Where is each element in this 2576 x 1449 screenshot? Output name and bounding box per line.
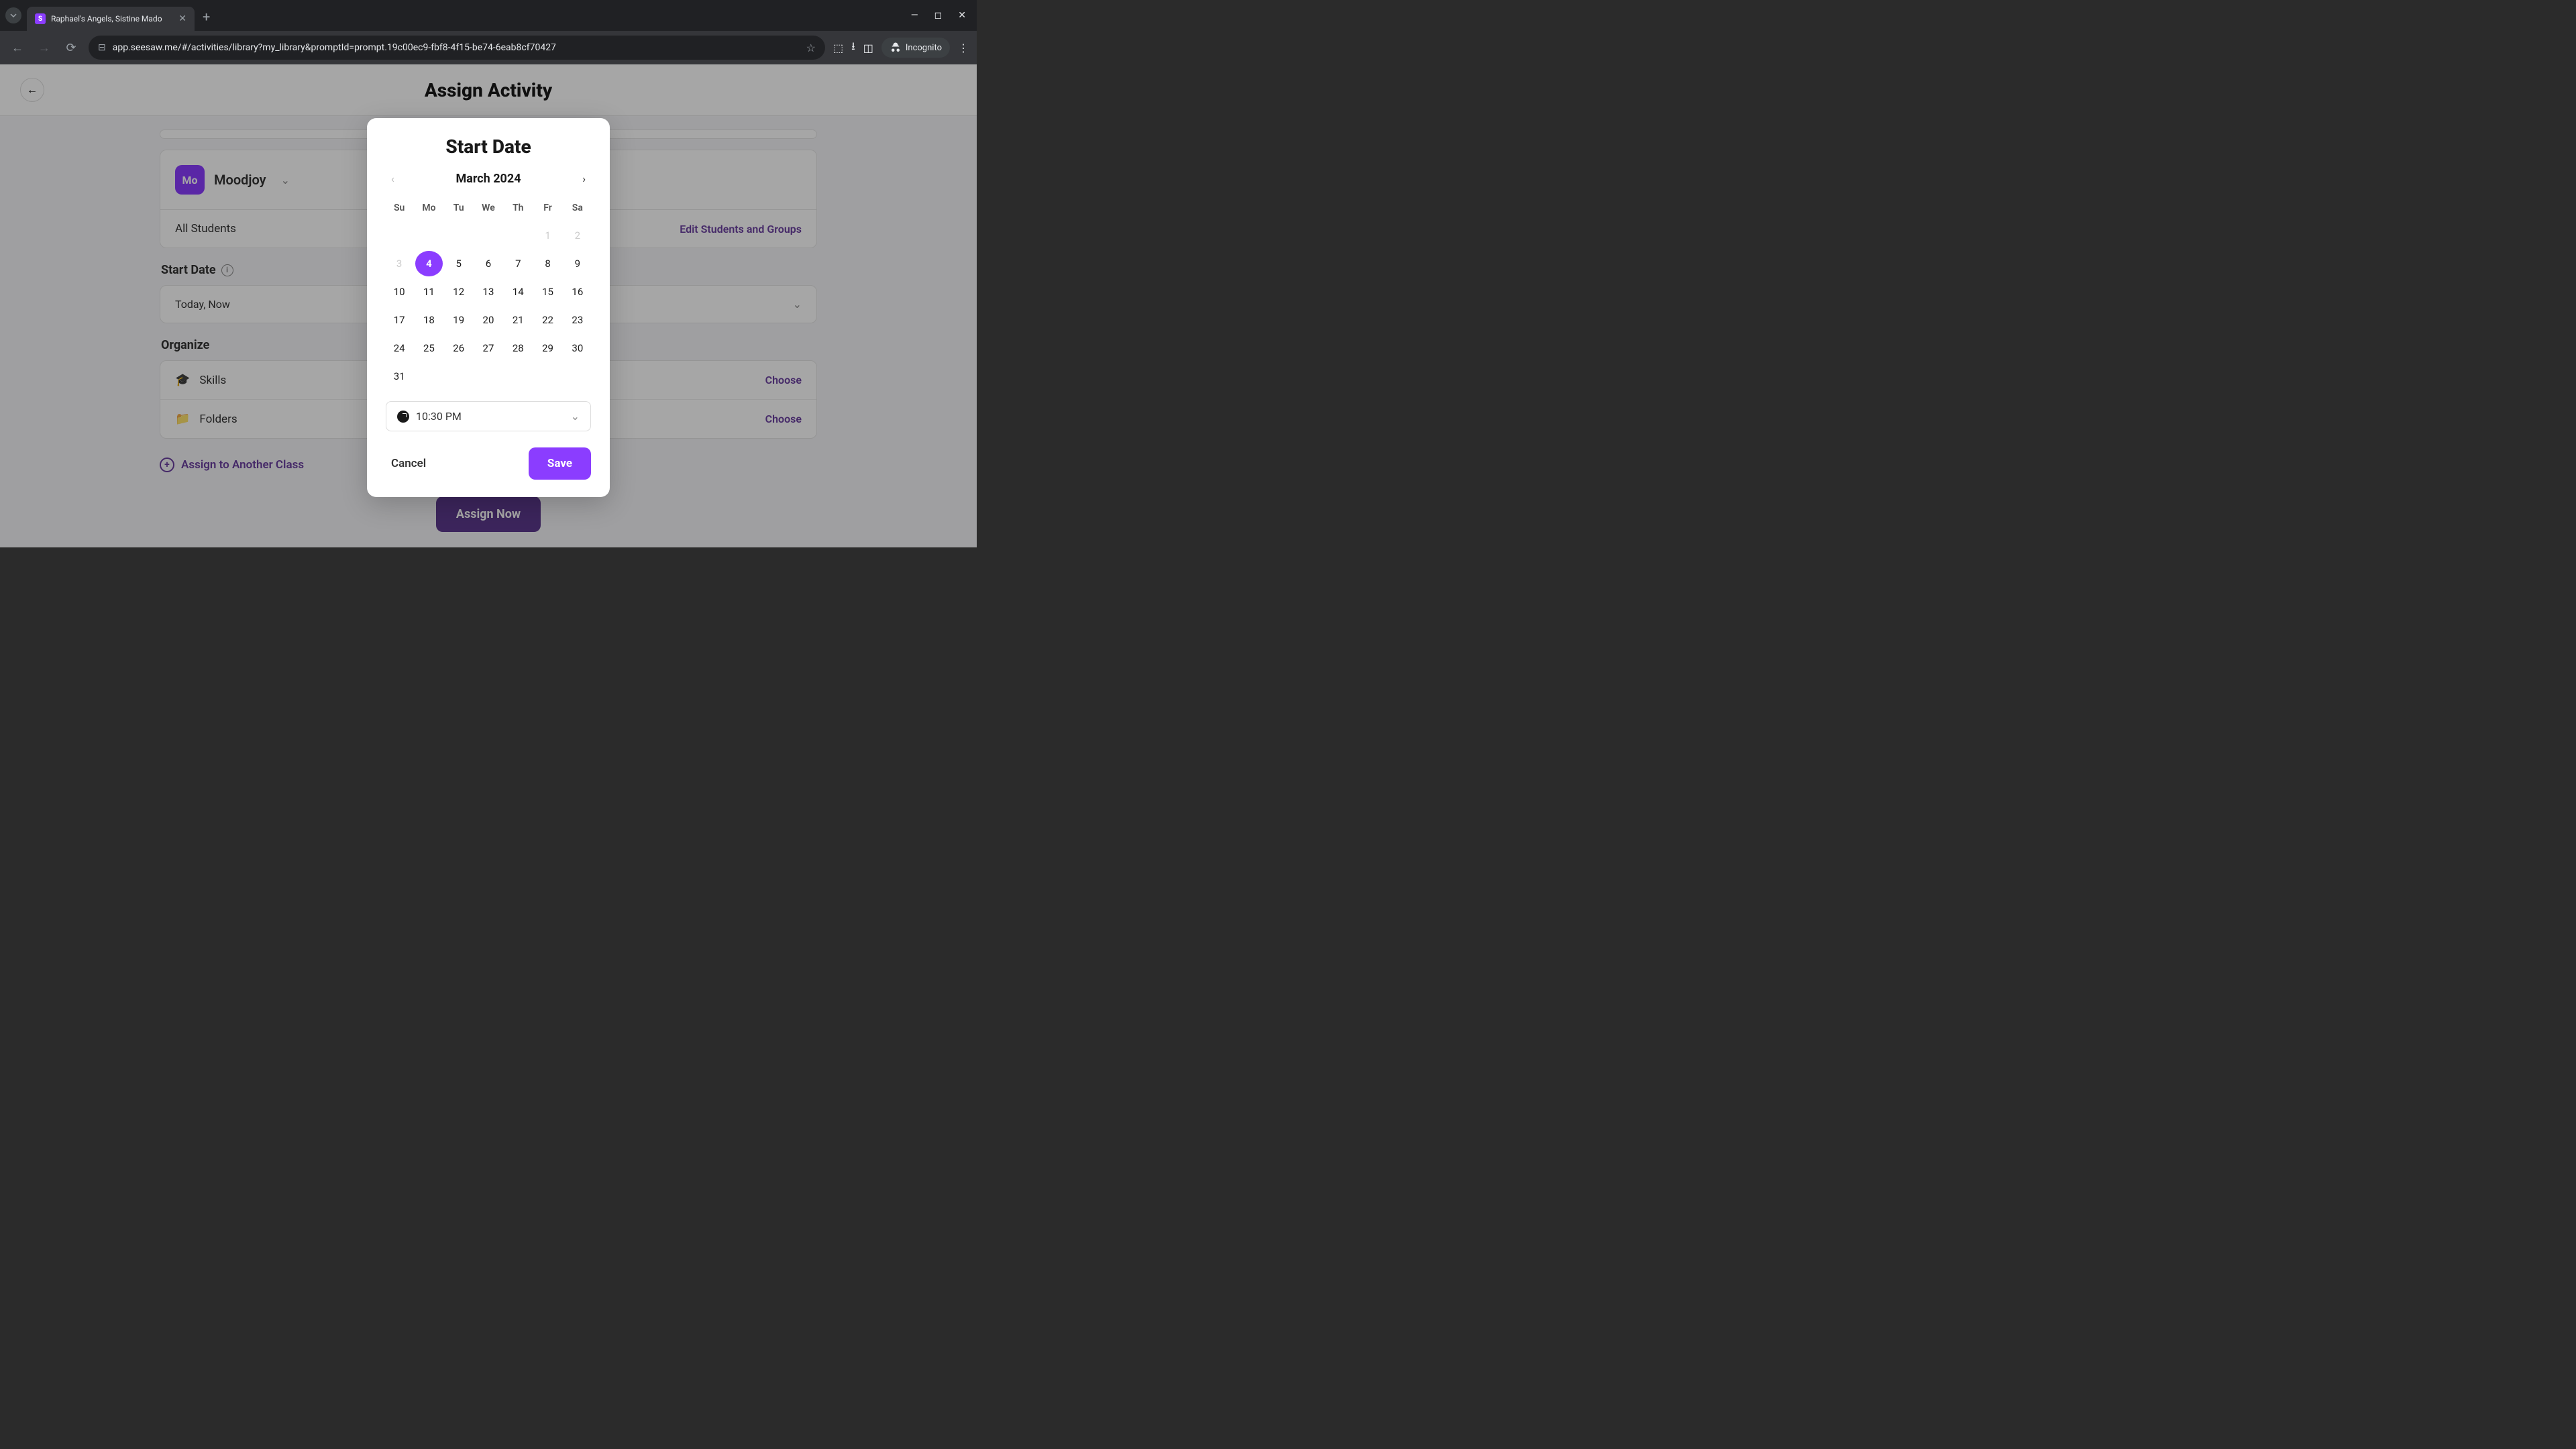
browser-toolbar: ← → ⟳ ⊟ app.seesaw.me/#/activities/libra…: [0, 31, 977, 64]
calendar-day: [445, 364, 472, 389]
calendar-day[interactable]: 23: [564, 307, 591, 333]
next-month-button[interactable]: ›: [577, 170, 591, 188]
calendar-day[interactable]: 31: [386, 364, 413, 389]
calendar-day[interactable]: 15: [534, 279, 561, 305]
tab-close-icon[interactable]: ✕: [178, 13, 186, 24]
minimize-icon[interactable]: —: [911, 10, 918, 21]
prev-month-button[interactable]: ‹: [386, 170, 400, 188]
calendar-day[interactable]: 14: [504, 279, 531, 305]
time-selector[interactable]: 10:30 PM ⌄: [386, 401, 591, 431]
calendar-day[interactable]: 5: [445, 251, 472, 276]
calendar-day[interactable]: 28: [504, 335, 531, 361]
chevron-down-icon: ⌄: [571, 410, 580, 423]
weekday-label: Tu: [445, 199, 472, 217]
tab-favicon: S: [35, 13, 46, 24]
modal-actions: Cancel Save: [386, 447, 591, 480]
calendar-day[interactable]: 30: [564, 335, 591, 361]
calendar-day[interactable]: 10: [386, 279, 413, 305]
weekday-label: Fr: [534, 199, 561, 217]
calendar-day: [445, 223, 472, 248]
bookmark-icon[interactable]: ☆: [806, 42, 816, 54]
back-icon[interactable]: ←: [8, 41, 27, 55]
weekday-header: SuMoTuWeThFrSa: [386, 199, 591, 217]
month-label: March 2024: [455, 172, 521, 186]
incognito-label: Incognito: [906, 43, 942, 53]
calendar-day[interactable]: 17: [386, 307, 413, 333]
address-bar[interactable]: ⊟ app.seesaw.me/#/activities/library?my_…: [89, 36, 825, 60]
calendar-day[interactable]: 12: [445, 279, 472, 305]
calendar-day[interactable]: 4: [415, 251, 442, 276]
site-info-icon[interactable]: ⊟: [98, 42, 106, 53]
month-nav: ‹ March 2024 ›: [386, 170, 591, 188]
calendar-day: [475, 364, 502, 389]
start-date-modal: Start Date ‹ March 2024 › SuMoTuWeThFrSa…: [367, 118, 610, 497]
menu-icon[interactable]: ⋮: [958, 42, 969, 54]
calendar-day: 3: [386, 251, 413, 276]
calendar-day[interactable]: 22: [534, 307, 561, 333]
calendar-day[interactable]: 25: [415, 335, 442, 361]
calendar-days: 1234567891011121314151617181920212223242…: [386, 223, 591, 389]
page-content: ← Assign Activity Mo Moodjoy ⌄ All Stude…: [0, 64, 977, 547]
maximize-icon[interactable]: ◻: [934, 10, 943, 21]
calendar-day: [534, 364, 561, 389]
close-window-icon[interactable]: ✕: [958, 10, 966, 21]
weekday-label: Sa: [564, 199, 591, 217]
weekday-label: Th: [504, 199, 531, 217]
weekday-label: Mo: [415, 199, 442, 217]
clock-icon: [397, 411, 409, 423]
forward-icon[interactable]: →: [35, 41, 54, 55]
calendar-day[interactable]: 16: [564, 279, 591, 305]
weekday-label: We: [475, 199, 502, 217]
browser-tab[interactable]: S Raphael's Angels, Sistine Mado ✕: [27, 7, 195, 31]
sidepanel-icon[interactable]: ◫: [863, 42, 873, 54]
calendar-day: 1: [534, 223, 561, 248]
modal-overlay[interactable]: Start Date ‹ March 2024 › SuMoTuWeThFrSa…: [0, 64, 977, 547]
calendar-day: [415, 364, 442, 389]
incognito-badge[interactable]: Incognito: [881, 38, 950, 58]
calendar-day: [564, 364, 591, 389]
calendar-day[interactable]: 27: [475, 335, 502, 361]
calendar-day[interactable]: 20: [475, 307, 502, 333]
calendar-day: [504, 223, 531, 248]
calendar-day[interactable]: 11: [415, 279, 442, 305]
calendar-day[interactable]: 21: [504, 307, 531, 333]
tab-search-button[interactable]: [5, 7, 21, 23]
browser-tab-strip: S Raphael's Angels, Sistine Mado ✕ + — ◻…: [0, 0, 977, 31]
calendar-day[interactable]: 24: [386, 335, 413, 361]
url-text: app.seesaw.me/#/activities/library?my_li…: [113, 42, 800, 53]
calendar-day: [415, 223, 442, 248]
calendar-day[interactable]: 6: [475, 251, 502, 276]
calendar-day[interactable]: 18: [415, 307, 442, 333]
calendar-day[interactable]: 19: [445, 307, 472, 333]
extensions-icon[interactable]: ⬚: [833, 42, 843, 54]
weekday-label: Su: [386, 199, 413, 217]
window-controls: — ◻ ✕: [911, 10, 971, 21]
new-tab-button[interactable]: +: [203, 9, 210, 25]
calendar-day: [386, 223, 413, 248]
save-button[interactable]: Save: [529, 447, 591, 480]
calendar-day[interactable]: 29: [534, 335, 561, 361]
calendar-day[interactable]: 8: [534, 251, 561, 276]
calendar-day[interactable]: 13: [475, 279, 502, 305]
incognito-icon: [890, 42, 902, 54]
time-value: 10:30 PM: [416, 410, 462, 423]
calendar-day: 2: [564, 223, 591, 248]
calendar-day[interactable]: 7: [504, 251, 531, 276]
reload-icon[interactable]: ⟳: [62, 41, 80, 55]
cancel-button[interactable]: Cancel: [386, 449, 431, 478]
calendar-day: [475, 223, 502, 248]
calendar-day[interactable]: 26: [445, 335, 472, 361]
modal-title: Start Date: [386, 136, 591, 158]
tab-title: Raphael's Angels, Sistine Mado: [51, 14, 173, 23]
calendar-day: [504, 364, 531, 389]
calendar-day[interactable]: 9: [564, 251, 591, 276]
downloads-icon[interactable]: ⭳: [851, 39, 855, 57]
